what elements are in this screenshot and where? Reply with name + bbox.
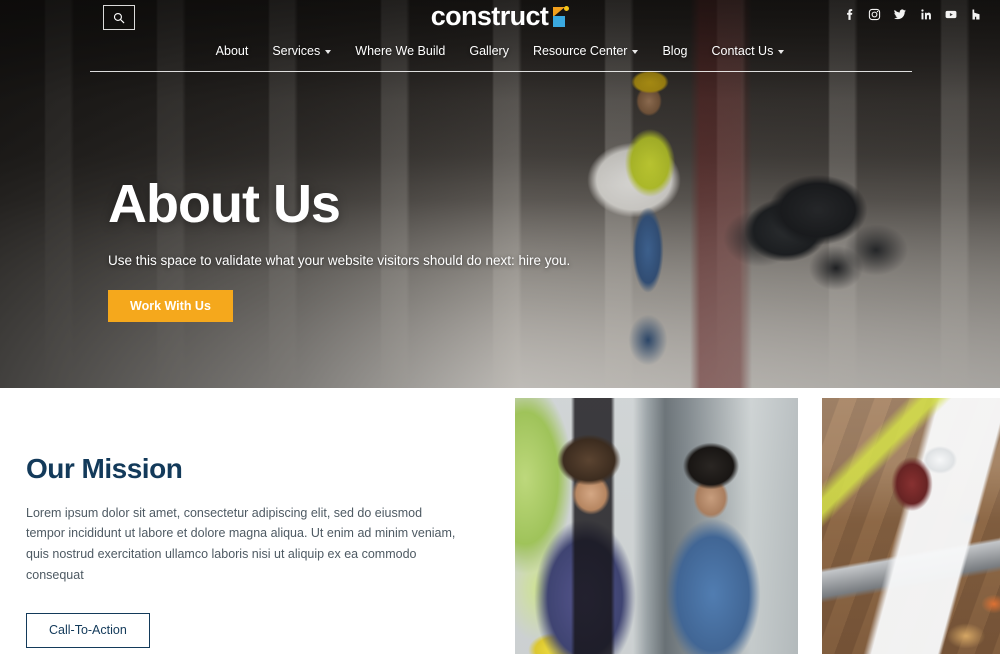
search-button[interactable] — [103, 5, 135, 30]
nav-item-resource-center[interactable]: Resource Center — [533, 44, 639, 58]
nav-label: Where We Build — [355, 44, 446, 58]
chevron-down-icon — [778, 50, 785, 54]
nav-item-about[interactable]: About — [216, 44, 249, 58]
nav-item-blog[interactable]: Blog — [662, 44, 687, 58]
nav-divider — [90, 71, 912, 72]
facebook-icon[interactable] — [843, 8, 856, 21]
mission-title: Our Mission — [26, 453, 183, 484]
nav-label: Services — [272, 44, 321, 58]
social-links — [843, 8, 982, 21]
main-navigation: About Services Where We Build Gallery Re… — [0, 44, 1000, 58]
nav-item-contact-us[interactable]: Contact Us — [711, 44, 785, 58]
nav-label: Blog — [662, 44, 688, 58]
logo-mark-icon — [553, 5, 570, 28]
nav-item-gallery[interactable]: Gallery — [469, 44, 509, 58]
nav-label: About — [215, 44, 249, 58]
twitter-icon[interactable] — [893, 8, 907, 21]
call-to-action-button[interactable]: Call-To-Action — [26, 613, 150, 648]
nav-label: Resource Center — [532, 44, 628, 58]
youtube-icon[interactable] — [944, 8, 958, 21]
nav-item-where-we-build[interactable]: Where We Build — [355, 44, 445, 58]
nav-label: Gallery — [469, 44, 509, 58]
linkedin-icon[interactable] — [919, 8, 932, 21]
photo-team — [515, 398, 798, 654]
work-with-us-button[interactable]: Work With Us — [108, 289, 233, 323]
hero-section: construct About Services Where We Build … — [0, 0, 1000, 388]
chevron-down-icon — [632, 50, 639, 54]
search-icon — [113, 12, 125, 24]
page-title: About Us — [108, 174, 341, 234]
mission-section: Our Mission Lorem ipsum dolor sit amet, … — [0, 388, 1000, 654]
mission-body: Lorem ipsum dolor sit amet, consectetur … — [26, 505, 456, 582]
instagram-icon[interactable] — [868, 8, 881, 21]
nav-label: Contact Us — [711, 44, 774, 58]
chevron-down-icon — [325, 50, 332, 54]
houzz-icon[interactable] — [970, 8, 982, 21]
photo-blueprints — [822, 398, 1000, 654]
hero-content: About Us Use this space to validate what… — [108, 174, 571, 323]
nav-item-services[interactable]: Services — [272, 44, 332, 58]
top-bar: construct — [0, 0, 1000, 38]
photo-blueprints-image — [822, 398, 1000, 654]
mission-content: Our Mission Lorem ipsum dolor sit amet, … — [26, 453, 466, 648]
hero-subtitle: Use this space to validate what your web… — [108, 252, 571, 268]
brand-name: construct — [430, 1, 549, 31]
photo-team-image — [515, 398, 798, 654]
